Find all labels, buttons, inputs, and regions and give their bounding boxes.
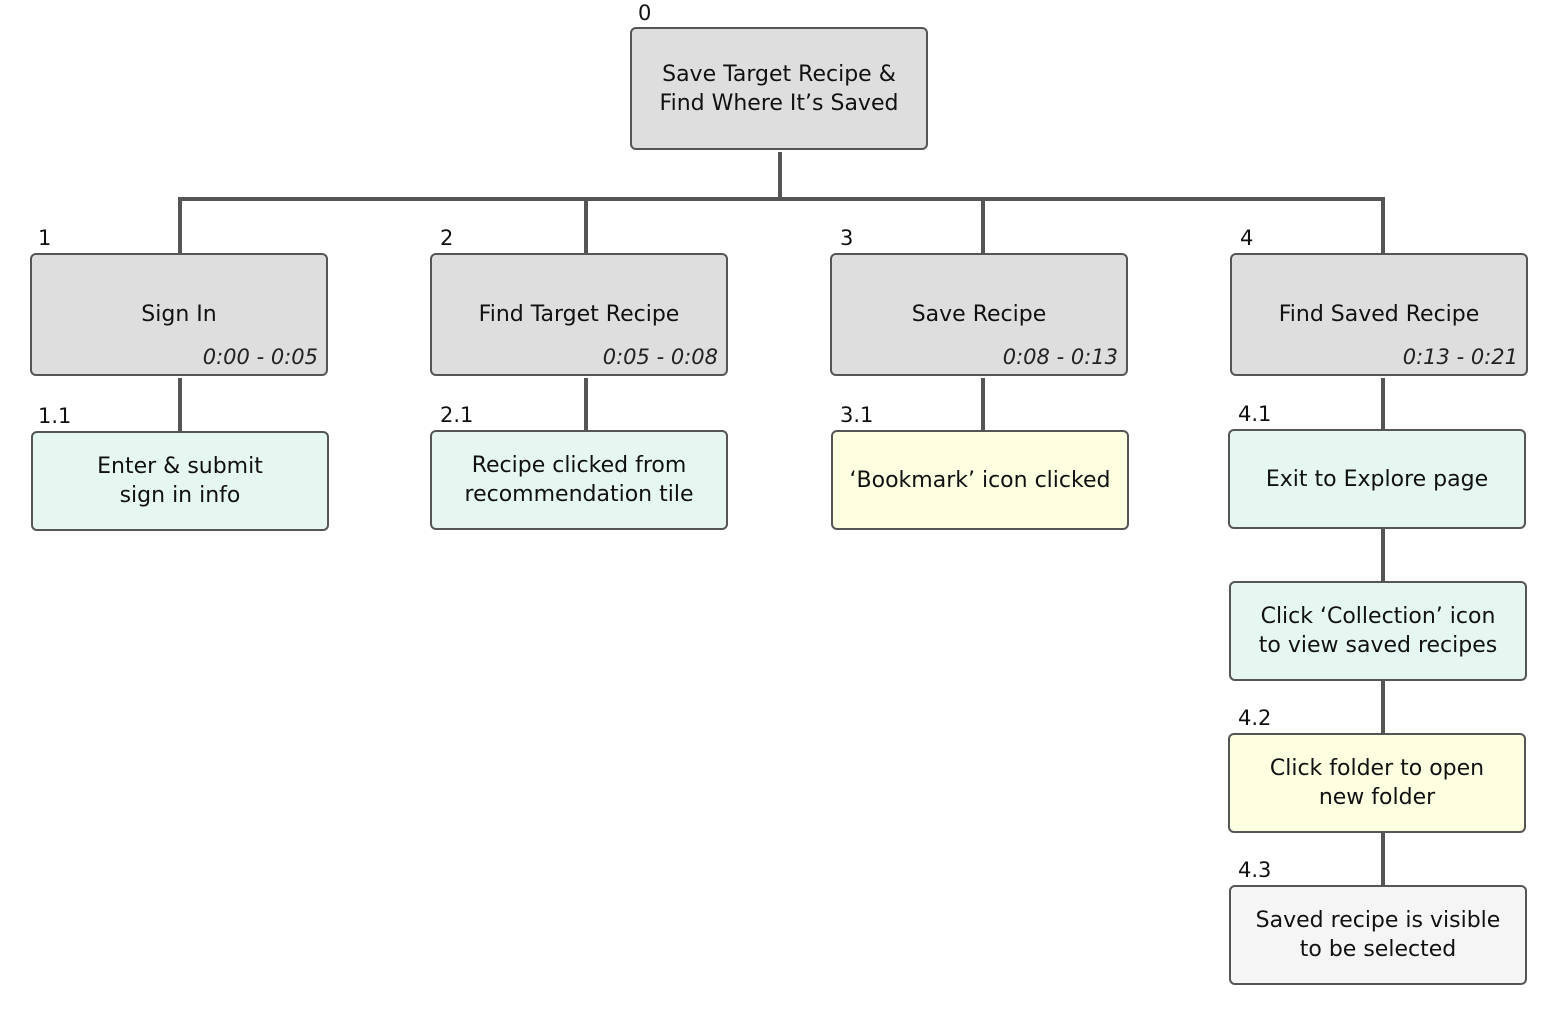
- task-node-find-saved-recipe: Find Saved Recipe 0:13 - 0:21: [1230, 253, 1528, 376]
- node-text: Saved recipe is visible to be selected: [1255, 908, 1501, 962]
- connector: [178, 197, 182, 253]
- node-number: 4.1: [1238, 402, 1272, 426]
- connector: [778, 152, 782, 201]
- connector: [1381, 197, 1385, 253]
- connector: [981, 197, 985, 253]
- node-number: 4.2: [1238, 706, 1272, 730]
- node-number: 1.1: [38, 404, 72, 428]
- node-number: 4.3: [1238, 858, 1272, 882]
- connector: [981, 378, 985, 430]
- node-number: 3.1: [840, 403, 874, 427]
- node-text: Exit to Explore page: [1265, 466, 1489, 492]
- node-number: 3: [840, 226, 854, 250]
- subtask-node: Click folder to open new folder: [1228, 733, 1526, 833]
- node-text: Sign In: [141, 302, 217, 327]
- subtask-node: Exit to Explore page: [1228, 429, 1526, 529]
- time-range: 0:00 - 0:05: [202, 345, 318, 369]
- node-text: Enter & submit sign in info: [97, 454, 263, 508]
- node-text: Click folder to open new folder: [1269, 756, 1485, 810]
- node-number: 2: [440, 226, 454, 250]
- subtask-node: Enter & submit sign in info: [31, 431, 329, 531]
- connector: [178, 378, 182, 431]
- subtask-node: Recipe clicked from recommendation tile: [430, 430, 728, 530]
- node-text: Find Target Recipe: [478, 302, 680, 327]
- time-range: 0:08 - 0:13: [1002, 345, 1118, 369]
- connector: [178, 197, 1385, 201]
- root-node: Save Target Recipe & Find Where It’s Sav…: [630, 27, 928, 150]
- node-text: Save Target Recipe & Find Where It’s Sav…: [659, 61, 899, 116]
- subtask-node: Click ‘Collection’ icon to view saved re…: [1229, 581, 1527, 681]
- node-number: 4: [1240, 226, 1254, 250]
- node-number: 1: [38, 226, 52, 250]
- node-number: 0: [638, 1, 652, 25]
- node-text: ‘Bookmark’ icon clicked: [849, 467, 1111, 493]
- connector: [584, 378, 588, 430]
- task-node-sign-in: Sign In 0:00 - 0:05: [30, 253, 328, 376]
- node-text: Click ‘Collection’ icon to view saved re…: [1258, 604, 1498, 658]
- task-node-save-recipe: Save Recipe 0:08 - 0:13: [830, 253, 1128, 376]
- subtask-node: Saved recipe is visible to be selected: [1229, 885, 1527, 985]
- node-text: Find Saved Recipe: [1278, 302, 1480, 327]
- time-range: 0:13 - 0:21: [1402, 345, 1518, 369]
- node-text: Save Recipe: [911, 302, 1047, 327]
- time-range: 0:05 - 0:08: [602, 345, 718, 369]
- node-text: Recipe clicked from recommendation tile: [464, 453, 694, 507]
- connector: [584, 197, 588, 253]
- subtask-node: ‘Bookmark’ icon clicked: [831, 430, 1129, 530]
- node-number: 2.1: [440, 403, 474, 427]
- task-node-find-target-recipe: Find Target Recipe 0:05 - 0:08: [430, 253, 728, 376]
